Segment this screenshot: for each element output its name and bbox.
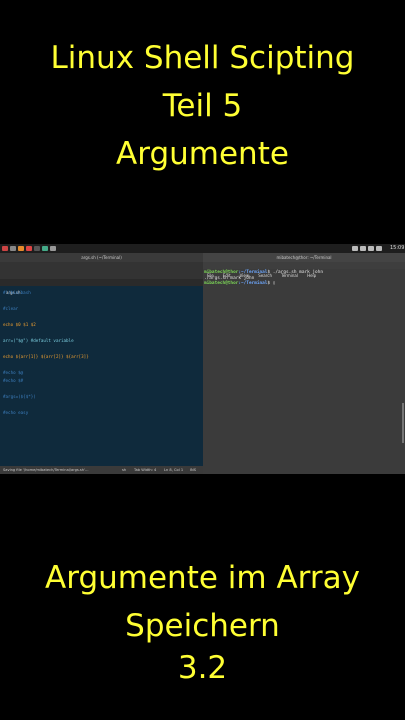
- editor-statusbar: Saving file '/home/mibatech/Terminal/arg…: [0, 466, 203, 474]
- editor-icon[interactable]: [42, 246, 48, 251]
- subtitle-line-2: Speichern: [125, 608, 280, 644]
- code-line: echo $0 $1 $2: [3, 322, 36, 327]
- files-icon[interactable]: [10, 246, 16, 251]
- text-editor-window: args.sh (~/Terminal) File Edit View Sear…: [0, 253, 203, 474]
- status-message: Saving file '/home/mibatech/Terminal/arg…: [3, 468, 89, 472]
- volume-icon[interactable]: [360, 246, 366, 251]
- battery-icon[interactable]: [368, 246, 374, 251]
- editor-title: args.sh (~/Terminal): [0, 253, 203, 262]
- terminal-scrollbar[interactable]: [402, 403, 404, 443]
- title-line-1: Linux Shell Scipting: [50, 40, 355, 76]
- keyboard-icon[interactable]: [376, 246, 382, 251]
- subtitle-line-3: 3.2: [177, 650, 228, 686]
- status-mode: INS: [190, 468, 197, 472]
- menu-icon[interactable]: [2, 246, 8, 251]
- code-line: #echo $#: [3, 378, 24, 383]
- code-line: #args=(${$*}): [3, 394, 36, 399]
- title-line-3: Argumente: [116, 136, 289, 172]
- code-line: arr=("$@") #default variable: [3, 338, 74, 343]
- editor-menubar: File Edit View Search Tools Documents He…: [0, 262, 203, 278]
- terminal-icon[interactable]: [34, 246, 40, 251]
- code-line: #clear: [3, 306, 19, 311]
- subtitle-line-1: Argumente im Array: [45, 560, 360, 596]
- title-line-2: Teil 5: [162, 88, 243, 124]
- system-panel: 15:09: [0, 244, 405, 253]
- status-language[interactable]: sh: [122, 466, 126, 474]
- status-tab-width[interactable]: Tab Width: 4: [134, 466, 156, 474]
- desktop-screenshot: 15:09 args.sh (~/Terminal) File Edit Vie…: [0, 244, 405, 474]
- app-icon[interactable]: [26, 246, 32, 251]
- code-line: #echo $@: [3, 370, 24, 375]
- code-line: #!/bin/bash: [3, 290, 31, 295]
- terminal-line: mibatech@thor:~/Terminal$ ▯: [204, 281, 276, 286]
- window-icon[interactable]: [50, 246, 56, 251]
- editor-toolbar: □ ▭ ▪ ↶ ↷ ✂ ⧉ ▤ ⌕: [0, 269, 203, 286]
- code-area[interactable]: #!/bin/bash #clear echo $0 $1 $2 arr=("$…: [3, 289, 201, 417]
- network-icon[interactable]: [352, 246, 358, 251]
- terminal-title: mibatech@thor: ~/Terminal: [203, 253, 405, 262]
- code-line: echo ${arr[1]} ${arr[2]} ${arr[3]}: [3, 354, 89, 359]
- code-line: #echo easy: [3, 410, 29, 415]
- browser-icon[interactable]: [18, 246, 24, 251]
- terminal-window: mibatech@thor: ~/Terminal File Edit View…: [203, 253, 405, 474]
- editor-tab[interactable]: args.sh: [0, 279, 203, 295]
- status-position: Ln 8, Col 1: [164, 468, 184, 472]
- cursor: ▯: [272, 281, 276, 286]
- terminal-menubar: File Edit View Search Terminal Help: [203, 262, 405, 278]
- clock[interactable]: 15:09: [390, 245, 404, 251]
- terminal-output[interactable]: mibatech@thor:~/Terminal$ ./args.sh mark…: [204, 270, 404, 287]
